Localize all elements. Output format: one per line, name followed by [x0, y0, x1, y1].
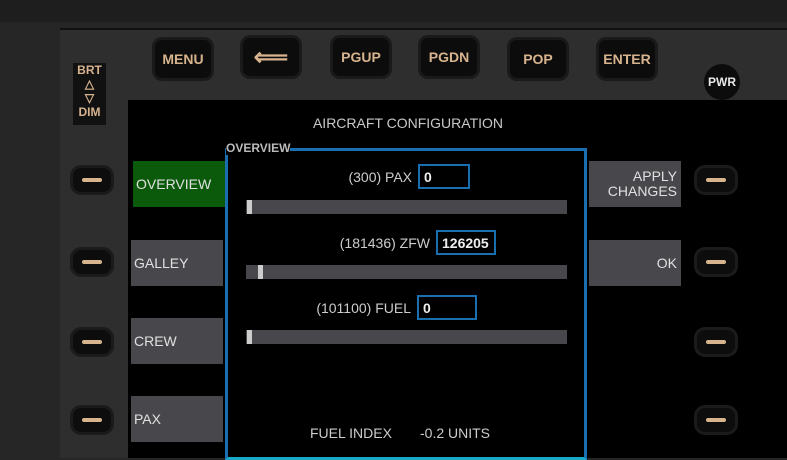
back-arrow-key[interactable]: ⟸	[243, 38, 299, 76]
lsk-left-3[interactable]	[73, 330, 111, 354]
zfw-input[interactable]: 126205	[436, 230, 496, 255]
lsk-right-1[interactable]	[697, 168, 735, 192]
pgdn-key[interactable]: PGDN	[421, 38, 477, 76]
pax-row: (300) PAX 0	[228, 164, 470, 189]
pwr-button[interactable]: PWR	[704, 64, 740, 100]
zfw-label: (181436) ZFW	[339, 234, 430, 251]
lsk-right-2[interactable]	[697, 250, 735, 274]
fuel-slider-thumb[interactable]	[247, 330, 252, 344]
lsk-right-4[interactable]	[697, 408, 735, 432]
ok-button[interactable]: OK	[589, 240, 681, 286]
pop-key[interactable]: POP	[510, 40, 566, 78]
cockpit-top	[0, 0, 787, 22]
fuel-input[interactable]: 0	[417, 295, 477, 320]
menu-overview[interactable]: OVERVIEW	[133, 161, 225, 207]
pgup-key[interactable]: PGUP	[333, 38, 389, 76]
brightness-control[interactable]: BRT △ ▽ DIM	[73, 63, 106, 125]
brt-label: BRT	[77, 63, 102, 77]
pax-slider-thumb[interactable]	[247, 200, 252, 214]
lsk-left-1[interactable]	[73, 168, 111, 192]
fuel-slider[interactable]	[246, 330, 567, 344]
menu-key[interactable]: MENU	[155, 40, 211, 78]
fuel-index-value: -0.2 UNITS	[420, 425, 491, 441]
menu-crew[interactable]: CREW	[131, 318, 223, 364]
zfw-slider-thumb[interactable]	[258, 265, 264, 279]
brt-up-icon[interactable]: △	[73, 77, 106, 91]
lsk-left-4[interactable]	[73, 408, 111, 432]
fuel-index-label: FUEL INDEX	[310, 425, 392, 441]
lsk-right-3[interactable]	[697, 330, 735, 354]
screen-title: AIRCRAFT CONFIGURATION	[312, 115, 504, 131]
menu-pax[interactable]: PAX	[131, 396, 223, 442]
dim-down-icon[interactable]: ▽	[73, 91, 106, 105]
lsk-left-2[interactable]	[73, 250, 111, 274]
fuel-row: (101100) FUEL 0	[228, 295, 477, 320]
menu-galley[interactable]: GALLEY	[131, 240, 223, 286]
zfw-slider[interactable]	[246, 265, 567, 279]
pax-slider[interactable]	[246, 200, 567, 214]
fuel-label: (101100) FUEL	[316, 299, 411, 316]
pax-input[interactable]: 0	[418, 164, 470, 189]
pax-label: (300) PAX	[348, 168, 412, 185]
apply-changes-button[interactable]: APPLY CHANGES	[589, 161, 681, 207]
dim-label: DIM	[78, 105, 101, 119]
panel-title: OVERVIEW	[226, 141, 291, 155]
zfw-row: (181436) ZFW 126205	[228, 230, 496, 255]
enter-key[interactable]: ENTER	[599, 40, 655, 78]
